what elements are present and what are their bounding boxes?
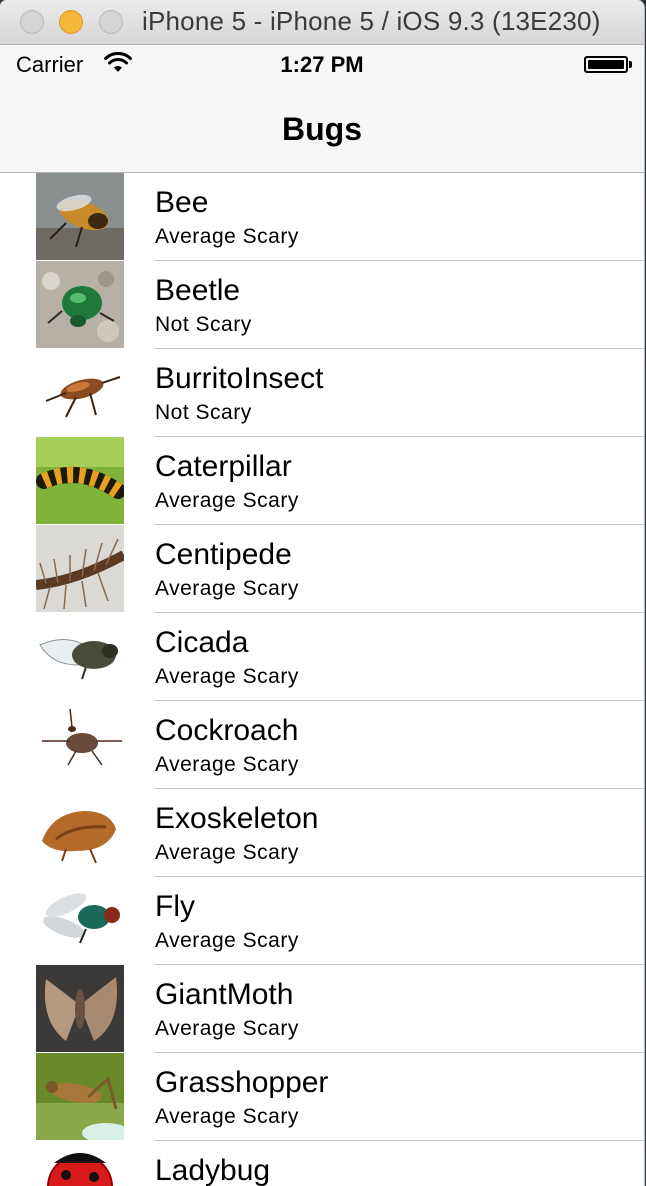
beetle-photo [36,261,124,348]
table-row[interactable]: GiantMoth Average Scary [0,965,644,1053]
window-titlebar[interactable]: iPhone 5 - iPhone 5 / iOS 9.3 (13E230) [0,0,644,45]
table-row[interactable]: Grasshopper Average Scary [0,1053,644,1141]
table-row[interactable]: Exoskeleton Average Scary [0,789,644,877]
bug-name: GiantMoth [155,978,294,1011]
table-row[interactable]: Bee Average Scary [0,173,644,261]
bug-scariness: Average Scary [155,665,299,688]
fly-photo [36,877,124,964]
bug-name: Caterpillar [155,450,292,483]
table-row[interactable]: Centipede Average Scary [0,525,644,613]
bug-scariness: Average Scary [155,489,299,512]
zoom-window-button[interactable] [99,10,123,34]
table-row[interactable]: Fly Average Scary [0,877,644,965]
table-row[interactable]: Beetle Not Scary [0,261,644,349]
bug-name: Fly [155,890,195,923]
bee-photo [36,173,124,260]
cockroach-photo [36,701,124,788]
window-title: iPhone 5 - iPhone 5 / iOS 9.3 (13E230) [142,6,601,36]
bug-name: Grasshopper [155,1066,329,1099]
battery-tip [629,61,632,68]
navigation-bar: Bugs [0,85,644,173]
table-row[interactable]: Caterpillar Average Scary [0,437,644,525]
bug-scariness: Average Scary [155,753,299,776]
minimize-window-button[interactable] [59,10,83,34]
simulator-window: iPhone 5 - iPhone 5 / iOS 9.3 (13E230) C… [0,0,644,1186]
table-row[interactable]: BurritoInsect Not Scary [0,349,644,437]
bug-name: Exoskeleton [155,802,319,835]
bug-name: Ladybug [155,1154,271,1186]
bug-name: Beetle [155,274,241,307]
cicada-photo [36,613,124,700]
ladybug-photo [36,1141,124,1186]
table-row[interactable]: Cicada Average Scary [0,613,644,701]
bug-scariness: Average Scary [155,1105,299,1128]
bug-scariness: Not Scary [155,313,252,336]
table-row[interactable]: Cockroach Average Scary [0,701,644,789]
grasshopper-photo [36,1053,124,1140]
bug-name: Cicada [155,626,249,659]
ios-status-bar: Carrier 1:27 PM [0,45,644,85]
bug-scariness: Average Scary [155,225,299,248]
bug-name: BurritoInsect [155,362,324,395]
giant-moth-photo [36,965,124,1052]
close-window-button[interactable] [20,10,44,34]
battery-icon [584,56,628,73]
exoskeleton-photo [36,789,124,876]
bugs-table-view[interactable]: Bee Average Scary Beetle Not Scary BurritoIn… [0,173,644,1186]
table-row[interactable]: Ladybug [0,1141,644,1186]
bug-scariness: Not Scary [155,401,252,424]
bug-scariness: Average Scary [155,841,299,864]
bug-scariness: Average Scary [155,1017,299,1040]
nav-title: Bugs [282,111,362,147]
bug-name: Bee [155,186,209,219]
bug-scariness: Average Scary [155,577,299,600]
bug-name: Cockroach [155,714,299,747]
status-time: 1:27 PM [280,52,364,77]
burrito-insect-photo [36,349,124,436]
centipede-photo [36,525,124,612]
bug-name: Centipede [155,538,292,571]
bug-scariness: Average Scary [155,929,299,952]
caterpillar-photo [36,437,124,524]
